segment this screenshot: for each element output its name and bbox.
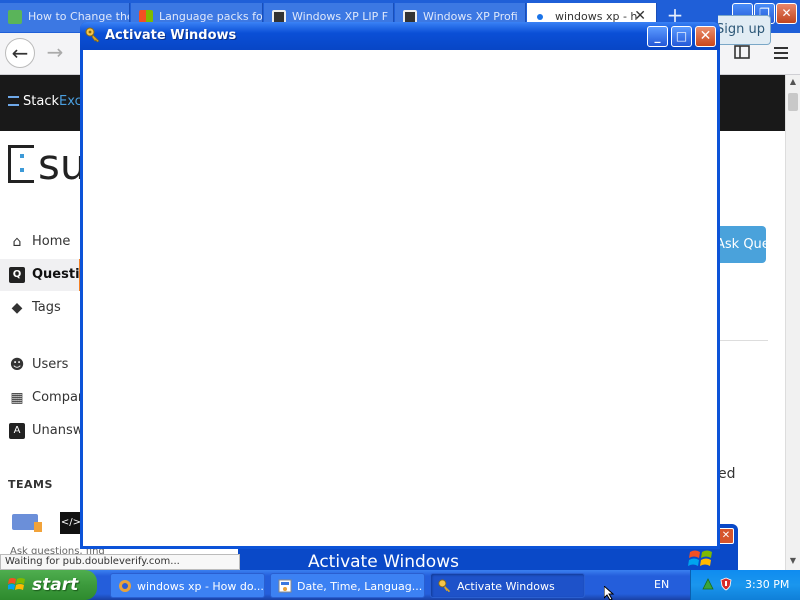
taskbar: start windows xp - How do... Date, Time,… (0, 570, 800, 600)
security-shield-icon[interactable] (719, 577, 733, 591)
nav-item-companies[interactable]: ▦ Companies (0, 382, 82, 414)
home-icon: ⌂ (12, 234, 22, 250)
start-label: start (32, 575, 79, 595)
nav-label: Questions (32, 267, 80, 282)
browser-icon (119, 580, 131, 592)
scroll-up-icon[interactable]: ▲ (788, 77, 798, 86)
teams-illustration: </> (12, 510, 82, 540)
questions-icon: Q (9, 267, 25, 283)
ask-question-button[interactable]: Ask Question (718, 226, 766, 263)
back-button[interactable]: ← (5, 38, 35, 68)
teams-heading: TEAMS (8, 478, 53, 491)
stack-exchange-icon (8, 96, 19, 106)
activate-windows-dialog[interactable]: Activate Windows _ □ ✕ (80, 22, 720, 549)
forward-button[interactable]: → (40, 38, 70, 68)
taskbar-button-label: Activate Windows (457, 580, 555, 593)
mouse-cursor-icon (604, 586, 615, 600)
scroll-down-icon[interactable]: ▼ (788, 556, 798, 565)
code-icon: </> (60, 512, 82, 534)
scrollbar-thumb[interactable] (788, 93, 798, 111)
companies-icon: ▦ (10, 390, 24, 406)
users-icon: ☻ (9, 357, 25, 373)
nav-label: Unanswered (32, 423, 82, 438)
nav-item-questions[interactable]: Q Questions (0, 259, 82, 291)
taskbar-button[interactable]: Date, Time, Languag... (270, 573, 425, 598)
site-icon (8, 10, 22, 24)
language-indicator[interactable]: EN (654, 578, 669, 591)
dot-icon (537, 14, 543, 20)
control-panel-icon (278, 579, 292, 593)
divider (718, 340, 768, 341)
close-button[interactable]: ✕ (776, 3, 797, 24)
dialog-close-button[interactable]: ✕ (695, 26, 716, 47)
dialog-titlebar[interactable]: Activate Windows _ □ ✕ (80, 22, 720, 50)
dialog-title: Activate Windows (105, 28, 237, 43)
dialog-minimize-button[interactable]: _ (647, 26, 668, 47)
stack-text: Stack (23, 94, 59, 109)
windows-flag-icon (8, 578, 25, 590)
nav-item-unanswered[interactable]: A Unanswered (0, 415, 82, 447)
nav-label: Companies (32, 390, 82, 405)
topbar-dark-left: StackExc (0, 75, 82, 131)
key-icon (438, 579, 451, 593)
taskbar-button-active[interactable]: Activate Windows (430, 573, 585, 598)
exchange-text: Exc (59, 94, 82, 109)
nav-item-tags[interactable]: ◆ Tags (0, 292, 82, 324)
unanswered-icon: A (9, 423, 25, 439)
taskbar-button-label: Date, Time, Languag... (297, 580, 423, 593)
tag-icon: ◆ (11, 300, 23, 316)
dialog-maximize-button[interactable]: □ (671, 26, 692, 47)
menu-icon[interactable] (768, 41, 794, 67)
key-icon (85, 27, 100, 43)
system-tray: 3:30 PM (690, 570, 800, 600)
start-button[interactable]: start (0, 570, 97, 600)
stack-exchange-logo[interactable]: StackExc (8, 94, 82, 109)
status-bar: Waiting for pub.doubleverify.com... (0, 554, 240, 570)
sign-up-button[interactable]: Sign up (718, 15, 771, 45)
nav-item-home[interactable]: ⌂ Home (0, 226, 82, 258)
chat-icon (12, 514, 42, 532)
page-scrollbar[interactable]: ▲ ▼ (785, 75, 800, 570)
clock[interactable]: 3:30 PM (745, 578, 789, 591)
nav-label: Home (32, 234, 71, 249)
sidebar-text-fragment: ed (718, 466, 736, 482)
nav-label: Tags (32, 300, 61, 315)
superuser-logo[interactable]: su (8, 140, 87, 189)
network-icon[interactable] (701, 577, 715, 591)
windows-flag-icon (688, 550, 712, 566)
nav-item-users[interactable]: ☻ Users (0, 349, 82, 381)
taskbar-button-label: windows xp - How do... (137, 580, 264, 593)
topbar-dark-right (718, 75, 785, 131)
nav-label: Users (32, 357, 69, 372)
dialog-body (83, 50, 717, 546)
logo-bracket-icon (8, 145, 34, 183)
taskbar-button[interactable]: windows xp - How do... (110, 573, 265, 598)
background-close-button[interactable]: ✕ (718, 528, 734, 544)
background-window-title: Activate Windows (308, 552, 459, 572)
